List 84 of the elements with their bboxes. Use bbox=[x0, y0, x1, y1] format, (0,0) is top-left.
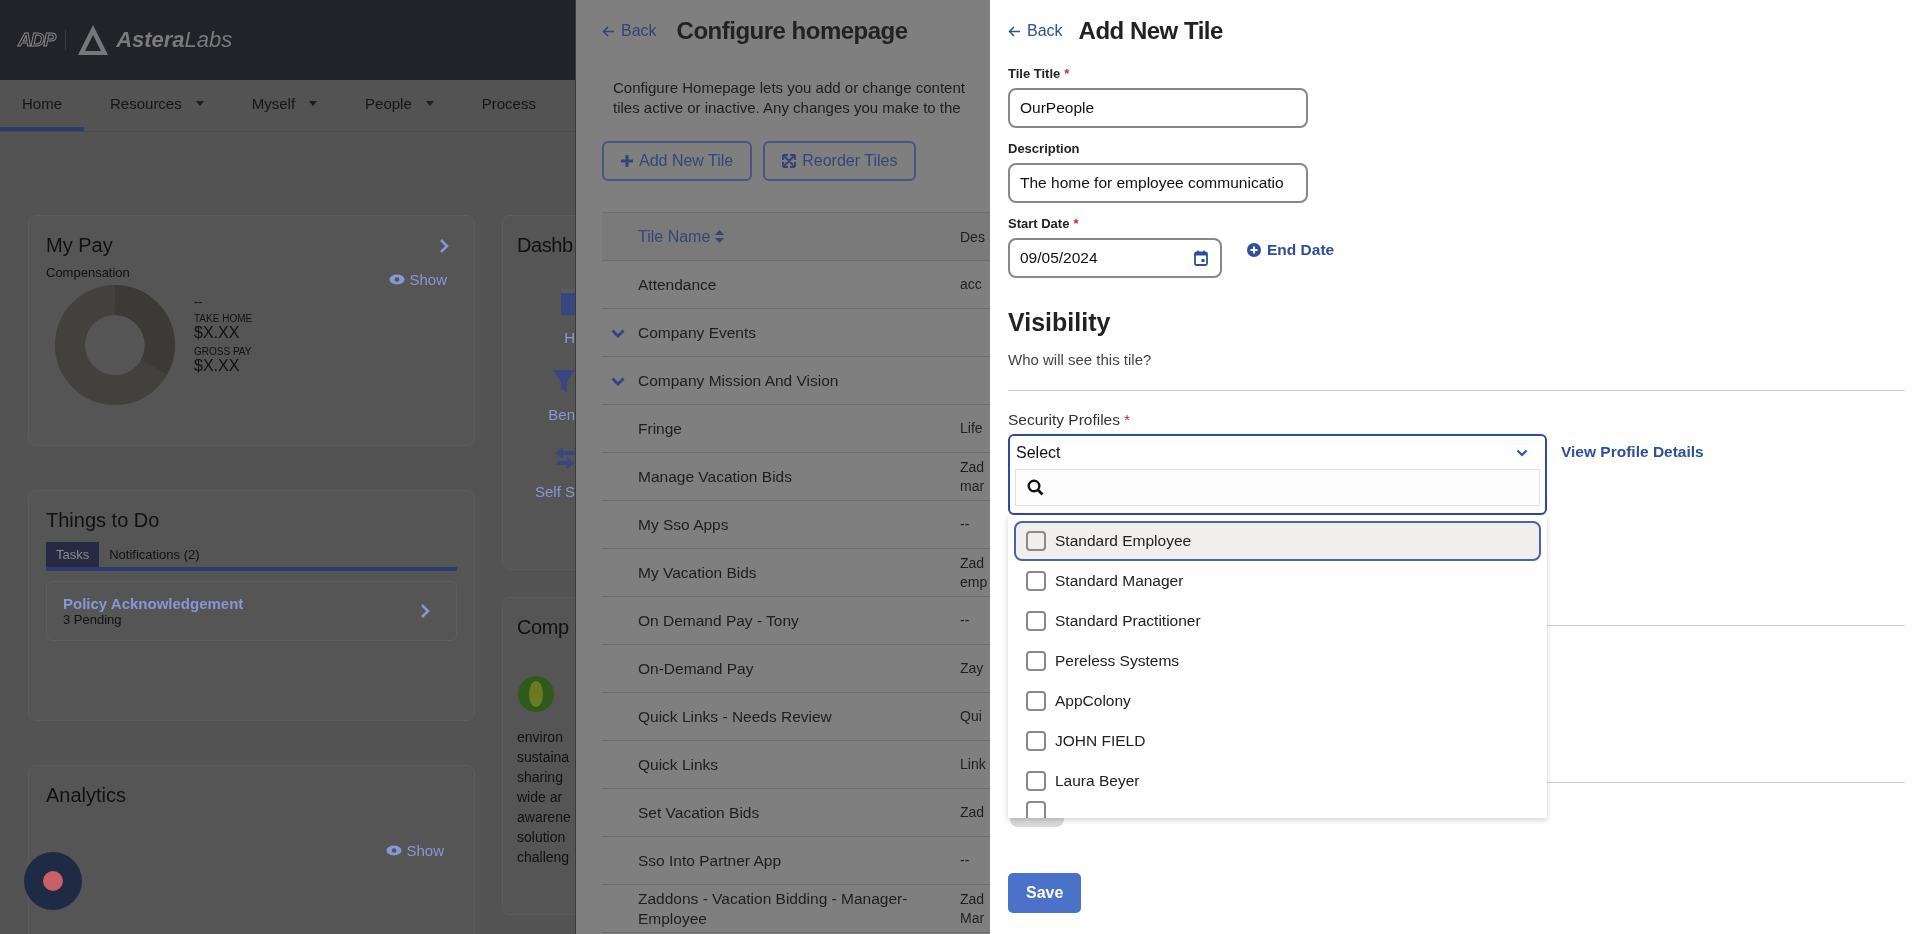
date-field[interactable]: 09/05/2024 bbox=[1008, 238, 1222, 278]
back-link[interactable]: Back bbox=[602, 22, 657, 40]
text-field[interactable]: OurPeople bbox=[1008, 88, 1308, 128]
card-title: Comp bbox=[517, 616, 570, 639]
company-text: environ sustaina sharing wide ar awarene solution challeng bbox=[517, 728, 572, 867]
task-count: 3 Pending bbox=[63, 612, 123, 627]
task-tab[interactable]: Notifications (2) bbox=[99, 542, 210, 567]
field-label: Tile Title * bbox=[1008, 66, 1070, 81]
security-profiles-select[interactable]: Select bbox=[1008, 434, 1547, 515]
profile-option[interactable]: AppColony bbox=[1014, 681, 1541, 721]
table-cell: Zad emp bbox=[960, 553, 988, 592]
nav-tab[interactable]: People bbox=[343, 80, 456, 131]
panel-title: Configure homepage bbox=[676, 17, 908, 45]
table-cell: Company Events bbox=[638, 322, 757, 343]
compensation-label: Compensation bbox=[46, 265, 130, 280]
card-title: Things to Do bbox=[46, 509, 161, 532]
table-cell: Zad mar bbox=[960, 457, 985, 496]
section-subtitle: Who will see this tile? bbox=[1008, 351, 1152, 368]
take-home-amount: $X.XX bbox=[194, 324, 241, 342]
profile-option[interactable]: Standard Employee bbox=[1014, 521, 1541, 561]
table-cell: Zay bbox=[960, 659, 984, 678]
table-cell: Fringe bbox=[638, 418, 682, 439]
pay-amount: -- bbox=[194, 294, 204, 309]
profile-option[interactable]: JOHN FIELD bbox=[1014, 721, 1541, 761]
reorder-button[interactable]: Reorder Tiles bbox=[763, 141, 917, 181]
profile-option[interactable]: Standard Manager bbox=[1014, 561, 1541, 601]
field-label: Security Profiles * bbox=[1008, 411, 1131, 429]
task-card[interactable]: Policy Acknowledgement 3 Pending bbox=[46, 581, 457, 641]
take-home-label: TAKE HOME bbox=[194, 313, 253, 324]
table-cell: -- bbox=[960, 851, 970, 870]
dashboard-link[interactable]: Ben bbox=[548, 406, 575, 423]
table-cell: Life bbox=[960, 419, 983, 438]
table-cell: Set Vacation Bids bbox=[638, 802, 760, 823]
field-label: Description bbox=[1008, 141, 1080, 156]
add-tile-button[interactable]: Add New Tile bbox=[602, 141, 753, 181]
nav-tab[interactable]: Myself bbox=[229, 80, 340, 131]
table-cell: Manage Vacation Bids bbox=[638, 466, 792, 487]
table-cell: -- bbox=[960, 515, 970, 534]
task-title[interactable]: Policy Acknowledgement bbox=[63, 595, 244, 612]
profile-option[interactable]: Standard Practitioner bbox=[1014, 601, 1541, 641]
profile-option[interactable]: Pereless Systems bbox=[1014, 641, 1541, 681]
table-cell: -- bbox=[960, 611, 970, 630]
table-cell: On-Demand Pay bbox=[638, 658, 754, 679]
table-cell: Attendance bbox=[638, 274, 717, 295]
gross-pay-amount: $X.XX bbox=[194, 357, 241, 375]
show-button[interactable]: Show bbox=[389, 271, 447, 288]
gross-pay-label: GROSS PAY bbox=[194, 346, 253, 357]
dashboard-link[interactable]: Self S bbox=[534, 483, 575, 500]
table-cell: Company Mission And Vision bbox=[638, 370, 839, 391]
table-cell: Zad bbox=[960, 803, 985, 822]
end-date-link[interactable]: End Date bbox=[1247, 241, 1335, 259]
nav-tab[interactable]: Home bbox=[0, 80, 84, 131]
table-cell: Zad Mar bbox=[960, 889, 985, 928]
section-title: Visibility bbox=[1008, 308, 1111, 337]
table-cell: On Demand Pay - Tony bbox=[638, 610, 799, 631]
card-title: My Pay bbox=[46, 234, 113, 257]
table-cell: My Vacation Bids bbox=[638, 562, 757, 583]
table-cell: Link bbox=[960, 755, 986, 774]
table-cell: Quick Links bbox=[638, 754, 719, 775]
back-link[interactable]: Back bbox=[1008, 22, 1063, 40]
table-cell: My Sso Apps bbox=[638, 514, 729, 535]
company-logo: AsteraLabs bbox=[116, 27, 233, 53]
table-cell-text: Zaddons - Vacation Bidding - Manager-Employee bbox=[638, 888, 909, 929]
brand-logo: ADP bbox=[18, 29, 56, 51]
show-button[interactable]: Show bbox=[386, 842, 444, 859]
table-cell: Sso Into Partner App bbox=[638, 850, 782, 871]
table-cell: Qui bbox=[960, 707, 982, 726]
card-title: Analytics bbox=[46, 784, 128, 807]
card-title: Dashb bbox=[517, 234, 574, 257]
profile-option[interactable]: Laura Beyer bbox=[1014, 761, 1541, 801]
table-cell: Quick Links - Needs Review bbox=[638, 706, 832, 727]
dashboard-link[interactable]: H bbox=[564, 329, 575, 346]
table-cell: acc bbox=[960, 275, 982, 294]
nav-tab[interactable]: Process bbox=[459, 80, 558, 131]
field-label: Start Date * bbox=[1008, 216, 1079, 231]
column-header[interactable]: Tile Name bbox=[638, 227, 960, 246]
panel-title: Add New Tile bbox=[1078, 17, 1223, 45]
save-button[interactable]: Save bbox=[1008, 873, 1082, 913]
text-field[interactable]: The home for employee communicatio bbox=[1008, 163, 1308, 203]
column-header: Des bbox=[960, 228, 985, 245]
panel-description: Configure Homepage lets you add or change content tiles active or inactive. Any changes you make to the bbox=[613, 78, 966, 118]
nav-tab[interactable]: Resources bbox=[88, 80, 226, 131]
view-profile-link[interactable]: View Profile Details bbox=[1561, 443, 1704, 461]
task-tab[interactable]: Tasks bbox=[46, 542, 100, 567]
